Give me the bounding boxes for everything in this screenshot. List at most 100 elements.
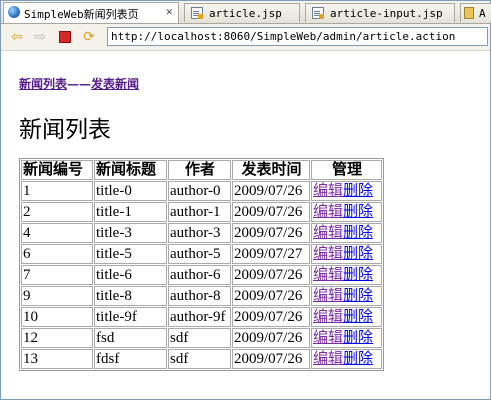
cell-id: 1 <box>21 181 93 201</box>
java-file-icon <box>464 7 474 19</box>
edit-link[interactable]: 编辑 <box>313 183 343 199</box>
back-icon[interactable]: ⇦ <box>9 29 25 45</box>
cell-author: author-0 <box>168 181 231 201</box>
cell-title: title-5 <box>94 244 167 264</box>
cell-id: 6 <box>21 244 93 264</box>
editor-tab-bar: SimpleWeb新闻列表页 ✕ article.jsp article-inp… <box>1 1 491 24</box>
edit-link[interactable]: 编辑 <box>313 225 343 241</box>
table-row: 10 title-9f author-9f 2009/07/26 编辑删除 <box>21 307 382 327</box>
cell-title: fsd <box>94 328 167 348</box>
cell-title: title-9f <box>94 307 167 327</box>
delete-link[interactable]: 删除 <box>343 225 373 241</box>
browser-frame: SimpleWeb新闻列表页 ✕ article.jsp article-inp… <box>0 0 491 400</box>
delete-link[interactable]: 删除 <box>343 246 373 262</box>
cell-actions: 编辑删除 <box>311 244 382 264</box>
table-row: 6 title-5 author-5 2009/07/27 编辑删除 <box>21 244 382 264</box>
edit-link[interactable]: 编辑 <box>313 246 343 262</box>
table-row: 7 title-6 author-6 2009/07/26 编辑删除 <box>21 265 382 285</box>
news-list-link[interactable]: 新闻列表 <box>19 77 67 91</box>
browser-toolbar: ⇦ ⇨ ⟳ http://localhost:8060/SimpleWeb/ad… <box>1 24 490 51</box>
tab-article-input-jsp[interactable]: article-input.jsp <box>305 3 455 22</box>
table-row: 1 title-0 author-0 2009/07/26 编辑删除 <box>21 181 382 201</box>
refresh-icon[interactable]: ⟳ <box>81 29 97 45</box>
cell-title: title-6 <box>94 265 167 285</box>
jsp-file-icon <box>191 7 203 19</box>
cell-actions: 编辑删除 <box>311 349 382 369</box>
cell-author: author-3 <box>168 223 231 243</box>
breadcrumb: 新闻列表——发表新闻 <box>19 73 139 92</box>
table-row: 12 fsd sdf 2009/07/26 编辑删除 <box>21 328 382 348</box>
cell-actions: 编辑删除 <box>311 202 382 222</box>
cell-id: 9 <box>21 286 93 306</box>
column-header-manage: 管理 <box>311 160 382 180</box>
cell-author: author-9f <box>168 307 231 327</box>
tab-java-file[interactable]: A <box>460 3 491 22</box>
cell-title: title-0 <box>94 181 167 201</box>
delete-link[interactable]: 删除 <box>343 183 373 199</box>
cell-author: author-1 <box>168 202 231 222</box>
edit-link[interactable]: 编辑 <box>313 351 343 367</box>
cell-date: 2009/07/26 <box>232 202 310 222</box>
news-table: 新闻编号 新闻标题 作者 发表时间 管理 1 title-0 author-0 … <box>19 158 384 371</box>
edit-link[interactable]: 编辑 <box>313 288 343 304</box>
edit-link[interactable]: 编辑 <box>313 204 343 220</box>
tab-label: article-input.jsp <box>330 7 443 20</box>
cell-date: 2009/07/26 <box>232 223 310 243</box>
forward-icon[interactable]: ⇨ <box>32 29 48 45</box>
column-header-title: 新闻标题 <box>94 160 167 180</box>
table-row: 9 title-8 author-8 2009/07/26 编辑删除 <box>21 286 382 306</box>
address-bar[interactable]: http://localhost:8060/SimpleWeb/admin/ar… <box>107 27 488 46</box>
delete-link[interactable]: 删除 <box>343 204 373 220</box>
delete-link[interactable]: 删除 <box>343 267 373 283</box>
cell-date: 2009/07/26 <box>232 181 310 201</box>
cell-actions: 编辑删除 <box>311 286 382 306</box>
table-header-row: 新闻编号 新闻标题 作者 发表时间 管理 <box>21 160 382 180</box>
publish-news-link[interactable]: 发表新闻 <box>91 77 139 91</box>
delete-link[interactable]: 删除 <box>343 309 373 325</box>
breadcrumb-separator: —— <box>67 77 92 91</box>
close-tab-icon[interactable]: ✕ <box>166 5 173 18</box>
cell-id: 7 <box>21 265 93 285</box>
edit-link[interactable]: 编辑 <box>313 309 343 325</box>
cell-date: 2009/07/26 <box>232 286 310 306</box>
cell-title: title-1 <box>94 202 167 222</box>
cell-date: 2009/07/26 <box>232 307 310 327</box>
cell-author: author-8 <box>168 286 231 306</box>
cell-actions: 编辑删除 <box>311 307 382 327</box>
column-header-id: 新闻编号 <box>21 160 93 180</box>
cell-author: sdf <box>168 349 231 369</box>
cell-title: fdsf <box>94 349 167 369</box>
tab-label: SimpleWeb新闻列表页 <box>24 8 139 21</box>
column-header-author: 作者 <box>168 160 231 180</box>
cell-date: 2009/07/26 <box>232 328 310 348</box>
page-title: 新闻列表 <box>19 117 111 143</box>
tab-label: A <box>479 7 486 20</box>
cell-id: 2 <box>21 202 93 222</box>
tab-simpleweb-news-list[interactable]: SimpleWeb新闻列表页 ✕ <box>3 2 179 23</box>
cell-id: 4 <box>21 223 93 243</box>
cell-id: 12 <box>21 328 93 348</box>
edit-link[interactable]: 编辑 <box>313 330 343 346</box>
delete-link[interactable]: 删除 <box>343 351 373 367</box>
table-row: 13 fdsf sdf 2009/07/26 编辑删除 <box>21 349 382 369</box>
tab-article-jsp[interactable]: article.jsp <box>184 3 300 22</box>
jsp-file-icon <box>312 7 324 19</box>
cell-actions: 编辑删除 <box>311 265 382 285</box>
cell-actions: 编辑删除 <box>311 328 382 348</box>
cell-actions: 编辑删除 <box>311 223 382 243</box>
tab-label: article.jsp <box>209 7 282 20</box>
delete-link[interactable]: 删除 <box>343 288 373 304</box>
cell-title: title-8 <box>94 286 167 306</box>
edit-link[interactable]: 编辑 <box>313 267 343 283</box>
delete-link[interactable]: 删除 <box>343 330 373 346</box>
cell-author: author-5 <box>168 244 231 264</box>
cell-id: 10 <box>21 307 93 327</box>
cell-author: author-6 <box>168 265 231 285</box>
table-row: 4 title-3 author-3 2009/07/26 编辑删除 <box>21 223 382 243</box>
cell-date: 2009/07/27 <box>232 244 310 264</box>
cell-actions: 编辑删除 <box>311 181 382 201</box>
cell-id: 13 <box>21 349 93 369</box>
stop-icon[interactable] <box>57 29 73 45</box>
cell-date: 2009/07/26 <box>232 349 310 369</box>
globe-icon <box>8 6 20 18</box>
